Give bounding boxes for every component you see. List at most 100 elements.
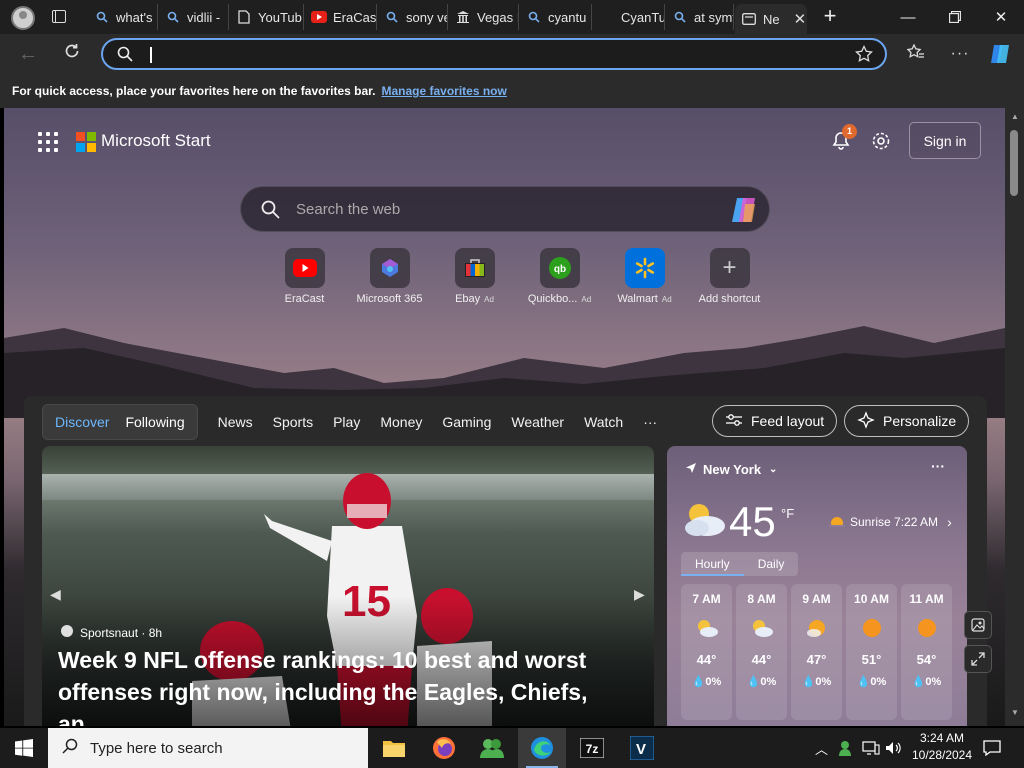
tab-hourly[interactable]: Hourly: [681, 552, 744, 576]
new-tab-plus-icon[interactable]: +: [818, 5, 842, 29]
profile-avatar[interactable]: [11, 6, 35, 30]
youtube-icon: [311, 9, 327, 25]
tab-following[interactable]: Following: [117, 414, 192, 430]
nav-news[interactable]: News: [218, 414, 253, 430]
browser-tab[interactable]: EraCast: [305, 4, 377, 30]
close-window-icon[interactable]: ✕: [978, 0, 1024, 34]
add-shortcut-button[interactable]: + Add shortcut: [687, 248, 772, 305]
messenger-people-icon[interactable]: [468, 728, 516, 768]
tray-people-icon[interactable]: [838, 728, 856, 768]
browser-tab[interactable]: cyantu: [520, 4, 592, 30]
minimize-icon[interactable]: —: [885, 0, 931, 34]
feed-layout-button[interactable]: Feed layout: [712, 405, 838, 437]
hour-forecast-item[interactable]: 8 AM 44° 💧0%: [736, 584, 787, 720]
browser-tab[interactable]: Vegas I: [449, 4, 519, 30]
browser-tab[interactable]: what's: [88, 4, 158, 30]
sunrise-info[interactable]: Sunrise 7:22 AM ›: [829, 514, 952, 530]
tab-title: YouTub: [258, 9, 302, 25]
nav-more[interactable]: ···: [643, 414, 657, 430]
copilot-icon[interactable]: [988, 42, 1012, 66]
favorite-star-icon[interactable]: [855, 44, 873, 68]
restore-icon[interactable]: [932, 0, 978, 34]
shortcut-eracast[interactable]: EraCast: [262, 248, 347, 305]
browser-tab[interactable]: sony ve: [378, 4, 448, 30]
7zip-icon[interactable]: 7z: [568, 728, 616, 768]
shortcut-walmart[interactable]: Walmart Ad: [602, 248, 687, 305]
weather-location[interactable]: New York ⌄: [685, 462, 777, 477]
edge-icon[interactable]: [518, 728, 566, 768]
expand-icon[interactable]: [964, 645, 992, 673]
browser-tab[interactable]: YouTub: [230, 4, 304, 30]
network-icon[interactable]: [862, 728, 880, 768]
hour-forecast-item[interactable]: 10 AM 51° 💧0%: [846, 584, 897, 720]
scrollbar-thumb[interactable]: [1010, 130, 1018, 196]
file-explorer-icon[interactable]: [370, 728, 418, 768]
browser-tab[interactable]: at symt: [666, 4, 734, 30]
shortcut-label: Walmart: [617, 293, 658, 305]
close-tab-icon[interactable]: ✕: [794, 10, 807, 28]
image-toggle-icon[interactable]: [964, 611, 992, 639]
settings-gear-icon[interactable]: [870, 130, 892, 157]
windows-start-icon[interactable]: [0, 728, 48, 768]
scroll-up-icon[interactable]: ▲: [1011, 112, 1019, 121]
favorites-bar: For quick access, place your favorites h…: [0, 74, 1024, 108]
system-clock[interactable]: 3:24 AM 10/28/2024: [906, 730, 978, 764]
article-headline[interactable]: Week 9 NFL offense rankings: 10 best and…: [58, 644, 638, 726]
carousel-prev-icon[interactable]: ◀: [50, 586, 61, 603]
app-launcher-icon[interactable]: [38, 132, 58, 152]
taskbar-search-box[interactable]: Type here to search: [48, 728, 368, 768]
more-menu-icon[interactable]: ···: [948, 42, 972, 66]
hour-forecast-item[interactable]: 9 AM 47° 💧0%: [791, 584, 842, 720]
favorites-bar-hint: For quick access, place your favorites h…: [12, 84, 376, 98]
sign-in-button[interactable]: Sign in: [909, 122, 981, 159]
notification-center-icon[interactable]: [983, 728, 1001, 768]
page-scrollbar[interactable]: ▲ ▼: [1005, 108, 1024, 726]
raindrop-icon: 💧: [856, 676, 871, 688]
firefox-icon[interactable]: [420, 728, 468, 768]
tab-actions-icon[interactable]: [52, 10, 66, 23]
brand-title[interactable]: Microsoft Start: [101, 131, 211, 151]
ebay-icon: [454, 248, 495, 288]
favorites-icon[interactable]: [904, 42, 928, 66]
hour-forecast-item[interactable]: 7 AM 44° 💧0%: [681, 584, 732, 720]
hero-news-card[interactable]: 15 ◀ ▶ Sportsnaut · 8h Week 9 NFL offens…: [42, 446, 654, 726]
carousel-next-icon[interactable]: ▶: [634, 586, 645, 603]
personalize-button[interactable]: Personalize: [844, 405, 970, 437]
tab-discover[interactable]: Discover: [47, 414, 117, 430]
nav-watch[interactable]: Watch: [584, 414, 623, 430]
manage-favorites-link[interactable]: Manage favorites now: [381, 84, 506, 98]
nav-sports[interactable]: Sports: [273, 414, 313, 430]
shortcut-microsoft-365[interactable]: Microsoft 365: [347, 248, 432, 305]
nav-weather[interactable]: Weather: [511, 414, 564, 430]
raindrop-icon: 💧: [801, 676, 816, 688]
microsoft-logo: [76, 132, 96, 152]
hour-forecast-item[interactable]: 11 AM 54° 💧0%: [901, 584, 952, 720]
browser-tab[interactable]: CyanTu: [593, 4, 665, 30]
back-arrow-icon[interactable]: ←: [16, 42, 40, 66]
chevron-down-icon: ⌄: [769, 464, 778, 475]
browser-tab[interactable]: vidlii -: [159, 4, 229, 30]
volume-icon[interactable]: [885, 728, 903, 768]
refresh-icon[interactable]: [60, 42, 84, 66]
browser-tab-active[interactable]: Ne ✕: [735, 4, 807, 34]
copilot-icon[interactable]: [729, 196, 759, 229]
partly-sunny-icon: [805, 616, 829, 640]
shortcut-ebay[interactable]: Ebay Ad: [432, 248, 517, 305]
tray-overflow-icon[interactable]: ︿: [815, 728, 828, 768]
temperature-unit[interactable]: °F: [781, 506, 794, 521]
nav-play[interactable]: Play: [333, 414, 360, 430]
address-bar[interactable]: [101, 38, 887, 70]
nav-gaming[interactable]: Gaming: [442, 414, 491, 430]
hour-precip: 0%: [925, 676, 942, 688]
nav-money[interactable]: Money: [380, 414, 422, 430]
clock-date: 10/28/2024: [911, 748, 973, 762]
tab-daily[interactable]: Daily: [744, 552, 799, 576]
shortcut-quickbooks[interactable]: qb Quickbo... Ad: [517, 248, 602, 305]
web-search-box[interactable]: Search the web: [240, 186, 770, 232]
scroll-down-icon[interactable]: ▼: [1011, 708, 1019, 717]
weather-more-icon[interactable]: ···: [931, 458, 945, 474]
weather-card[interactable]: New York ⌄ ··· 45 °F Sunrise 7:22 AM › H…: [667, 446, 967, 726]
hour-time: 7 AM: [692, 592, 721, 606]
hour-temp: 51°: [861, 652, 882, 667]
vegas-icon[interactable]: V: [618, 728, 666, 768]
